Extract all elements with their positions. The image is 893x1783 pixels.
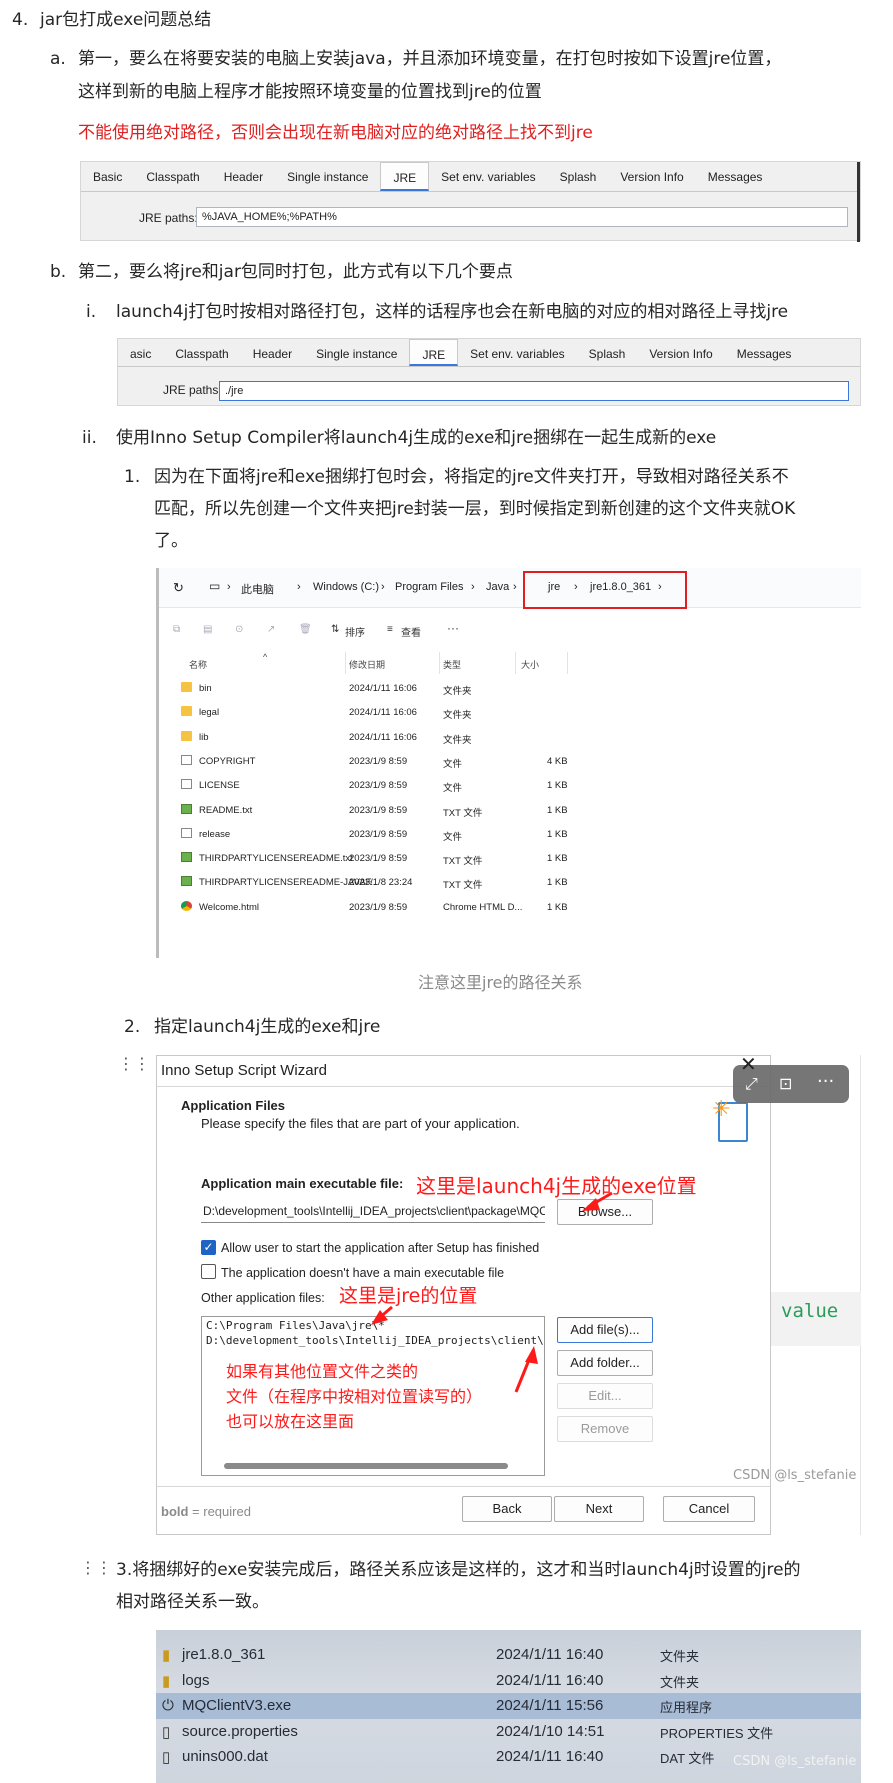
close-icon[interactable]: ✕ [740,1052,757,1076]
file-icon: ▯ [162,1749,171,1766]
more-options-icon[interactable]: ··· [817,1071,834,1092]
drag-handle-icon[interactable]: ⋮⋮ [80,1560,112,1576]
photo-file-row: ▯ source.properties 2024/1/10 14:51 PROPERT… [156,1719,861,1745]
photo-file-type: 文件夹 [660,1649,700,1664]
photo-file-date: 2024/1/11 16:40 [496,1671,604,1689]
photo-file-name: logs [182,1671,210,1689]
step3-line2: 相对路径关系一致。 [116,1592,269,1612]
arrow-head-source [525,1346,538,1364]
file-icon: ▯ [162,1723,171,1741]
watermark: CSDN @ls_stefanie [733,1754,857,1769]
photo-file-name: jre1.8.0_361 [182,1646,266,1663]
photo-file-date: 2024/1/10 14:51 [496,1722,605,1740]
photo-file-date: 2024/1/11 15:56 [496,1697,604,1714]
photo-file-name: source.properties [182,1722,298,1740]
photo-file-type: DAT 文件 [660,1751,715,1766]
photo-file-type: PROPERTIES 文件 [660,1725,774,1741]
annotation-arrows [371,1191,613,1393]
ocr-icon[interactable]: ⊡ [779,1074,792,1093]
expand-icon[interactable]: ⤢ [745,1074,758,1094]
folder-icon: ▮ [162,1647,171,1664]
watermark: CSDN @ls_stefanie [733,1468,857,1483]
photo-file-type: 文件夹 [660,1674,700,1690]
photo-file-row: ▮ jre1.8.0_361 2024/1/11 16:40 文件夹 [156,1642,861,1668]
photo-file-row: ▮ logs 2024/1/11 16:40 文件夹 [156,1668,861,1694]
photo-file-date: 2024/1/11 16:40 [496,1748,604,1765]
step3-line1: 3.将捆绑好的exe安装完成后，路径关系应该是这样的，这才和当时launch4j… [116,1560,801,1580]
photo-file-type: 应用程序 [660,1700,713,1715]
photo-file-name: MQClientV3.exe [182,1697,292,1714]
photo-file-row: ⏻ MQClientV3.exe 2024/1/11 15:56 应用程序 [156,1693,861,1719]
photo-file-name: unins000.dat [182,1748,268,1765]
photo-file-date: 2024/1/11 16:40 [496,1646,604,1663]
folder-icon: ▮ [162,1672,171,1690]
power-icon: ⏻ [162,1697,174,1714]
